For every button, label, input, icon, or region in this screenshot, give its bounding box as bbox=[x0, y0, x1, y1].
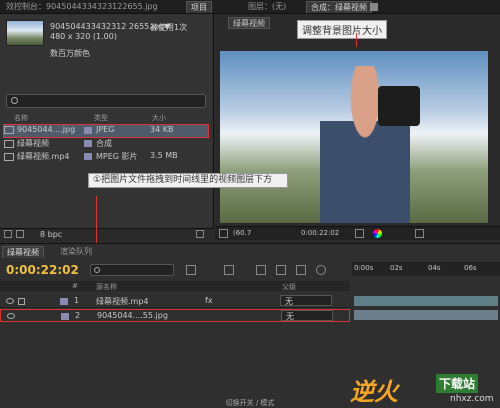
label-swatch[interactable] bbox=[84, 153, 92, 160]
timeline-layer-1[interactable]: 1 绿幕视频.mp4 fx 无 bbox=[0, 295, 350, 308]
file-thumbnail bbox=[6, 20, 44, 46]
timeline-column-headers: # 源名称 父级 bbox=[0, 281, 350, 291]
annotation-resize-background: 调整背景图片大小 bbox=[297, 20, 387, 39]
interpret-footage-icon[interactable] bbox=[4, 230, 12, 238]
audio-icon[interactable] bbox=[18, 298, 25, 305]
frame-blending-icon[interactable] bbox=[276, 265, 286, 275]
visibility-eye-icon[interactable] bbox=[6, 298, 14, 304]
timeline-ruler[interactable]: 0:00s 02s 04s 06s bbox=[352, 262, 500, 276]
annotation-arrow bbox=[356, 33, 357, 47]
layer-name[interactable]: 9045044....55.jpg bbox=[97, 311, 168, 320]
watermark-sub: 下载站 bbox=[436, 374, 479, 393]
search-icon bbox=[11, 97, 18, 104]
item-type: MPEG 影片 bbox=[96, 152, 138, 161]
item-type: 合成 bbox=[96, 139, 112, 148]
toggle-switches-modes[interactable]: 切换开关 / 模式 bbox=[150, 398, 350, 408]
annotation-drag-instruction: ①把图片文件拖拽到时间线里的视频图层下方 bbox=[88, 173, 288, 188]
motion-blur-icon[interactable] bbox=[296, 265, 306, 275]
timeline-switches bbox=[186, 263, 336, 277]
new-folder-icon[interactable] bbox=[16, 230, 24, 238]
tab-layer[interactable]: 图层：(无) bbox=[244, 1, 290, 13]
ruler-tick: 06s bbox=[464, 264, 477, 272]
viewer-comp-tab[interactable]: 绿幕视频 bbox=[228, 17, 270, 29]
search-icon bbox=[94, 267, 100, 273]
layer-1-duration-bar[interactable] bbox=[354, 296, 498, 306]
layer-label-swatch[interactable] bbox=[60, 298, 68, 305]
composition-lock-icon[interactable] bbox=[370, 3, 378, 11]
bpc-indicator[interactable]: 8 bpc bbox=[40, 230, 62, 239]
file-dimensions: 480 x 320 (1.00) bbox=[50, 32, 117, 41]
project-item-video[interactable]: 绿幕视频.mp4 MPEG 影片 3.5 MB bbox=[4, 151, 208, 163]
watermark-text: 逆火 bbox=[350, 378, 398, 406]
ruler-tick: 04s bbox=[428, 264, 441, 272]
project-search-input[interactable] bbox=[6, 94, 206, 108]
video-icon bbox=[4, 152, 14, 161]
viewer-timecode[interactable]: 0:00:22:02 bbox=[301, 229, 339, 237]
item-name: 9045044....jpg bbox=[17, 125, 76, 134]
channel-icon[interactable] bbox=[373, 229, 382, 238]
fx-switch-icon[interactable]: fx bbox=[205, 296, 213, 305]
tab-render-queue[interactable]: 渲染队列 bbox=[56, 246, 96, 258]
label-swatch[interactable] bbox=[84, 140, 92, 147]
tab-effect-controls[interactable]: 效控制台：9045044334323122655.jpg bbox=[2, 1, 162, 13]
item-name: 绿幕视频 bbox=[17, 139, 49, 148]
layer-number: 2 bbox=[75, 311, 81, 320]
item-size: 34 KB bbox=[150, 125, 174, 134]
graph-editor-icon[interactable] bbox=[316, 265, 326, 275]
ruler-tick: 0:00s bbox=[354, 264, 374, 272]
column-parent[interactable]: 父级 bbox=[282, 282, 296, 292]
composition-mini-flowchart-icon[interactable] bbox=[186, 265, 196, 275]
column-source-name[interactable]: 源名称 bbox=[96, 282, 117, 292]
label-swatch[interactable] bbox=[84, 127, 92, 134]
viewer-controls: (60.7 0:00:22:02 bbox=[215, 226, 500, 240]
camera-prop bbox=[378, 86, 420, 126]
layer-name[interactable]: 绿幕视频.mp4 bbox=[96, 296, 149, 307]
magnification-icon[interactable] bbox=[219, 229, 228, 238]
ruler-tick: 02s bbox=[390, 264, 403, 272]
layer-2-duration-bar[interactable] bbox=[354, 310, 498, 320]
image-icon bbox=[4, 125, 14, 134]
item-size: 3.5 MB bbox=[150, 151, 178, 160]
visibility-eye-icon[interactable] bbox=[7, 313, 15, 319]
resolution-icon[interactable] bbox=[415, 229, 424, 238]
watermark-url: nhxz.com bbox=[450, 394, 494, 404]
parent-select[interactable]: 无 bbox=[281, 310, 333, 321]
project-item-comp[interactable]: 绿幕视频 合成 bbox=[4, 138, 208, 150]
column-name[interactable]: 名称 bbox=[14, 113, 28, 123]
watermark-logo: 逆火 下载站 nhxz.com bbox=[340, 370, 500, 408]
zoom-level[interactable]: (60.7 bbox=[233, 229, 251, 237]
tab-composition[interactable]: 合成：绿幕视频 bbox=[306, 1, 372, 13]
trash-icon[interactable] bbox=[196, 230, 204, 238]
shy-layers-icon[interactable] bbox=[256, 265, 266, 275]
column-size[interactable]: 大小 bbox=[152, 113, 166, 123]
item-name: 绿幕视频.mp4 bbox=[17, 152, 70, 161]
tab-timeline-comp[interactable]: 绿幕视频 bbox=[2, 246, 44, 258]
timeline-layer-2[interactable]: 2 9045044....55.jpg 无 bbox=[0, 309, 350, 322]
draft-3d-icon[interactable] bbox=[224, 265, 234, 275]
layer-number: 1 bbox=[74, 296, 80, 305]
item-type: JPEG bbox=[96, 125, 115, 134]
column-layer-number: # bbox=[72, 282, 78, 290]
file-usage: 被使用1次 bbox=[150, 23, 188, 32]
top-tab-bar: 效控制台：9045044334323122655.jpg 项目 图层：(无) 合… bbox=[0, 0, 500, 14]
timeline-timecode[interactable]: 0:00:22:02 bbox=[6, 263, 79, 277]
snapshot-icon[interactable] bbox=[355, 229, 364, 238]
project-footer: 8 bpc bbox=[0, 228, 214, 240]
project-item-jpg[interactable]: 9045044....jpg JPEG 34 KB bbox=[3, 124, 209, 138]
column-type[interactable]: 类型 bbox=[94, 113, 108, 123]
parent-select[interactable]: 无 bbox=[280, 295, 332, 306]
file-color-depth: 数百万颜色 bbox=[50, 49, 90, 58]
layer-label-swatch[interactable] bbox=[61, 313, 69, 320]
project-column-headers: 名称 类型 大小 bbox=[4, 113, 212, 123]
timeline-search-input[interactable] bbox=[90, 264, 174, 276]
composition-icon bbox=[4, 139, 14, 148]
tab-project[interactable]: 项目 bbox=[186, 1, 212, 13]
